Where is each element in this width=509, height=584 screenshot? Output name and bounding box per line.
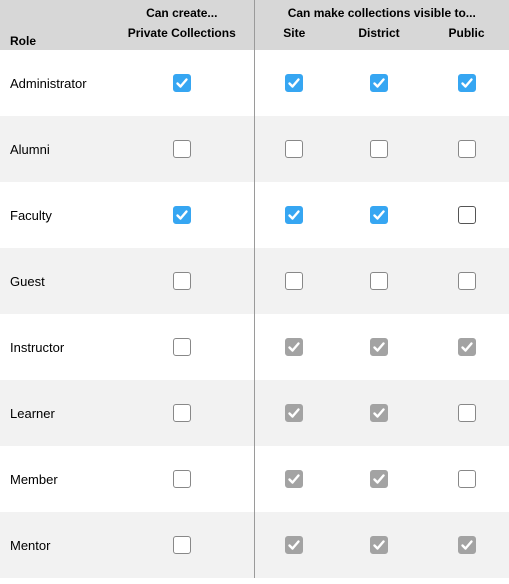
table-row: Faculty xyxy=(0,182,509,248)
checkbox-public[interactable] xyxy=(458,338,476,356)
checkbox-private[interactable] xyxy=(173,74,191,92)
checkbox-site[interactable] xyxy=(285,470,303,488)
checkbox-site[interactable] xyxy=(285,206,303,224)
checkbox-district[interactable] xyxy=(370,338,388,356)
checkbox-district[interactable] xyxy=(370,140,388,158)
checkbox-district[interactable] xyxy=(370,404,388,422)
checkbox-site[interactable] xyxy=(285,404,303,422)
table-row: Alumni xyxy=(0,116,509,182)
checkbox-site[interactable] xyxy=(285,74,303,92)
checkbox-site-cell xyxy=(254,314,334,380)
checkbox-private[interactable] xyxy=(173,206,191,224)
header-private-collections: Private Collections xyxy=(110,22,254,50)
checkbox-public[interactable] xyxy=(458,140,476,158)
role-cell: Administrator xyxy=(0,50,110,116)
checkbox-site[interactable] xyxy=(285,140,303,158)
checkbox-district-cell xyxy=(334,248,424,314)
checkbox-site-cell xyxy=(254,248,334,314)
header-public: Public xyxy=(424,22,509,50)
checkbox-district[interactable] xyxy=(370,206,388,224)
table-row: Instructor xyxy=(0,314,509,380)
checkbox-site-cell xyxy=(254,512,334,578)
checkbox-private[interactable] xyxy=(173,338,191,356)
checkbox-public[interactable] xyxy=(458,404,476,422)
checkbox-public[interactable] xyxy=(458,536,476,554)
checkbox-private[interactable] xyxy=(173,536,191,554)
checkbox-district[interactable] xyxy=(370,470,388,488)
table-header: Role Can create... Can make collections … xyxy=(0,0,509,50)
checkbox-public[interactable] xyxy=(458,206,476,224)
checkbox-private[interactable] xyxy=(173,140,191,158)
table-row: Learner xyxy=(0,380,509,446)
table-row: Guest xyxy=(0,248,509,314)
checkbox-private-cell xyxy=(110,248,254,314)
checkbox-private-cell xyxy=(110,446,254,512)
checkbox-public-cell xyxy=(424,512,509,578)
checkbox-public-cell xyxy=(424,380,509,446)
header-site: Site xyxy=(254,22,334,50)
role-cell: Mentor xyxy=(0,512,110,578)
checkbox-district-cell xyxy=(334,50,424,116)
header-district: District xyxy=(334,22,424,50)
table-body: AdministratorAlumniFacultyGuestInstructo… xyxy=(0,50,509,578)
checkbox-district-cell xyxy=(334,116,424,182)
checkbox-public[interactable] xyxy=(458,272,476,290)
checkbox-public-cell xyxy=(424,182,509,248)
checkbox-public-cell xyxy=(424,248,509,314)
checkbox-site-cell xyxy=(254,182,334,248)
checkbox-private[interactable] xyxy=(173,404,191,422)
checkbox-district-cell xyxy=(334,512,424,578)
role-cell: Alumni xyxy=(0,116,110,182)
checkbox-private-cell xyxy=(110,380,254,446)
checkbox-private-cell xyxy=(110,116,254,182)
role-cell: Faculty xyxy=(0,182,110,248)
checkbox-public-cell xyxy=(424,116,509,182)
checkbox-district-cell xyxy=(334,446,424,512)
checkbox-site-cell xyxy=(254,50,334,116)
table-row: Mentor xyxy=(0,512,509,578)
checkbox-public-cell xyxy=(424,50,509,116)
role-cell: Guest xyxy=(0,248,110,314)
role-cell: Learner xyxy=(0,380,110,446)
checkbox-district-cell xyxy=(334,182,424,248)
checkbox-district[interactable] xyxy=(370,536,388,554)
header-role: Role xyxy=(0,0,110,50)
header-group-create: Can create... xyxy=(110,0,254,22)
checkbox-public-cell xyxy=(424,314,509,380)
role-cell: Instructor xyxy=(0,314,110,380)
checkbox-district-cell xyxy=(334,314,424,380)
checkbox-private[interactable] xyxy=(173,470,191,488)
checkbox-public-cell xyxy=(424,446,509,512)
checkbox-private-cell xyxy=(110,314,254,380)
table-row: Administrator xyxy=(0,50,509,116)
checkbox-private[interactable] xyxy=(173,272,191,290)
checkbox-district-cell xyxy=(334,380,424,446)
checkbox-site-cell xyxy=(254,116,334,182)
checkbox-public[interactable] xyxy=(458,74,476,92)
checkbox-site-cell xyxy=(254,446,334,512)
role-cell: Member xyxy=(0,446,110,512)
checkbox-private-cell xyxy=(110,50,254,116)
checkbox-site[interactable] xyxy=(285,272,303,290)
permissions-table: Role Can create... Can make collections … xyxy=(0,0,509,578)
checkbox-district[interactable] xyxy=(370,74,388,92)
checkbox-site[interactable] xyxy=(285,338,303,356)
table-row: Member xyxy=(0,446,509,512)
checkbox-private-cell xyxy=(110,182,254,248)
checkbox-site-cell xyxy=(254,380,334,446)
checkbox-district[interactable] xyxy=(370,272,388,290)
checkbox-site[interactable] xyxy=(285,536,303,554)
header-group-visible: Can make collections visible to... xyxy=(254,0,509,22)
checkbox-public[interactable] xyxy=(458,470,476,488)
checkbox-private-cell xyxy=(110,512,254,578)
